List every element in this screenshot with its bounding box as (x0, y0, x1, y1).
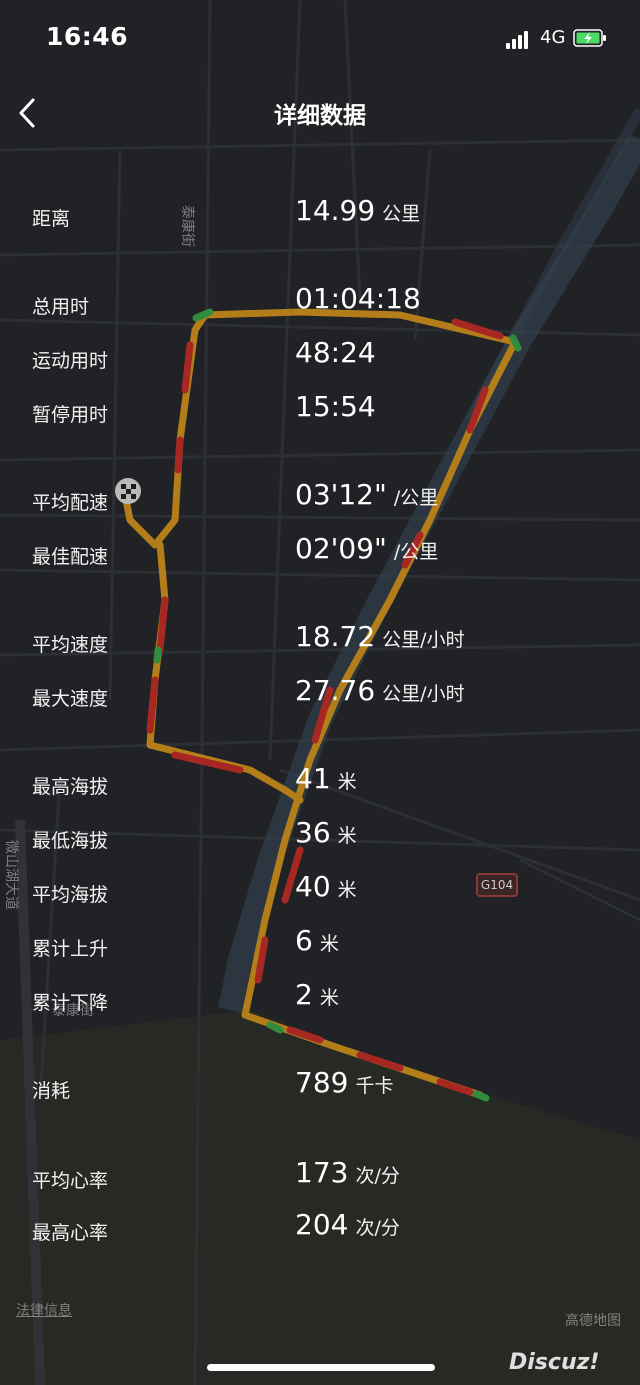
metric-value: 173 (295, 1156, 349, 1189)
metric-max-speed: 最大速度 27.76 公里/小时 (0, 672, 640, 722)
metric-moving-time: 运动用时 48:24 (0, 334, 640, 384)
metric-value: 6 (295, 924, 313, 957)
metric-unit: 公里/小时 (382, 629, 465, 651)
metric-total-ascent: 累计上升 6米 (0, 922, 640, 972)
metric-value: 2 (295, 978, 313, 1011)
network-label: 4G (540, 27, 566, 48)
metric-label: 总用时 (32, 296, 90, 318)
metric-value: 48:24 (295, 336, 376, 369)
status-time: 16:46 (46, 22, 129, 51)
metric-avg-heart-rate: 平均心率 173 次/分 (0, 1154, 640, 1204)
metric-label: 累计下降 (32, 992, 109, 1014)
metric-label: 最高海拔 (32, 776, 109, 798)
metric-value: 02'09" (295, 532, 387, 565)
metric-unit: 米 (337, 771, 357, 793)
metric-best-pace: 最佳配速 02'09" /公里 (0, 530, 640, 580)
metric-unit: /公里 (393, 487, 439, 509)
status-bar: 16:46 4G (0, 0, 640, 78)
battery-charging-icon (573, 29, 606, 47)
metric-total-descent: 累计下降 2米 (0, 976, 640, 1026)
metric-value: 204 (295, 1208, 349, 1241)
metric-value: 40 (295, 870, 331, 903)
metric-unit: 米 (319, 987, 339, 1009)
metric-distance: 距离 14.99 公里 (0, 192, 640, 242)
metric-avg-altitude: 平均海拔 40 米 (0, 868, 640, 918)
metric-min-altitude: 最低海拔 36 米 (0, 814, 640, 864)
screen: 泰康街 泰康街 微山湖大道 G104 法律信息 高德地图 16:46 4G 详细… (0, 0, 640, 1385)
signal-bars-icon (506, 29, 534, 49)
metric-pause-time: 暂停用时 15:54 (0, 388, 640, 438)
metric-value: 01:04:18 (295, 282, 421, 315)
metric-label: 暂停用时 (32, 404, 109, 426)
nav-bar: 详细数据 (0, 78, 640, 148)
metric-value: 14.99 (295, 194, 376, 227)
metric-unit: 公里/小时 (382, 683, 465, 705)
metric-value: 03'12" (295, 478, 387, 511)
metric-max-heart-rate: 最高心率 204 次/分 (0, 1206, 640, 1256)
metric-unit: 米 (319, 933, 339, 955)
metric-label: 最低海拔 (32, 830, 109, 852)
metric-label: 最佳配速 (32, 546, 109, 568)
metric-label: 消耗 (32, 1080, 71, 1102)
metric-unit: 千卡 (355, 1075, 394, 1097)
metric-value: 41 (295, 762, 331, 795)
map-provider-logo: 高德地图 (565, 1313, 621, 1329)
metric-label: 最高心率 (32, 1222, 109, 1244)
metric-unit: 米 (337, 825, 357, 847)
metric-label: 平均海拔 (32, 884, 109, 906)
metric-unit: /公里 (393, 541, 439, 563)
metric-label: 最大速度 (32, 688, 109, 710)
metric-value: 36 (295, 816, 331, 849)
page-title: 详细数据 (274, 103, 366, 129)
metric-label: 累计上升 (32, 938, 109, 960)
metric-value: 18.72 (295, 620, 376, 653)
metric-label: 平均心率 (32, 1170, 109, 1192)
metric-label: 距离 (32, 208, 71, 230)
metric-unit: 次/分 (355, 1217, 400, 1239)
metric-calories: 消耗 789 千卡 (0, 1064, 640, 1114)
metric-avg-pace: 平均配速 03'12" /公里 (0, 476, 640, 526)
metric-label: 平均速度 (32, 634, 109, 656)
metric-value: 27.76 (295, 674, 376, 707)
metric-label: 平均配速 (32, 492, 109, 514)
legal-info-link[interactable]: 法律信息 (16, 1300, 72, 1320)
metric-unit: 次/分 (355, 1165, 400, 1187)
metric-value: 789 (295, 1066, 349, 1099)
metric-avg-speed: 平均速度 18.72 公里/小时 (0, 618, 640, 668)
metric-max-altitude: 最高海拔 41 米 (0, 760, 640, 810)
metric-unit: 米 (337, 879, 357, 901)
home-indicator[interactable] (207, 1364, 435, 1371)
metric-total-time: 总用时 01:04:18 (0, 280, 640, 330)
metric-value: 15:54 (295, 390, 376, 423)
watermark: Discuz! (509, 1350, 600, 1375)
metric-label: 运动用时 (32, 350, 109, 372)
metric-unit: 公里 (382, 203, 421, 225)
